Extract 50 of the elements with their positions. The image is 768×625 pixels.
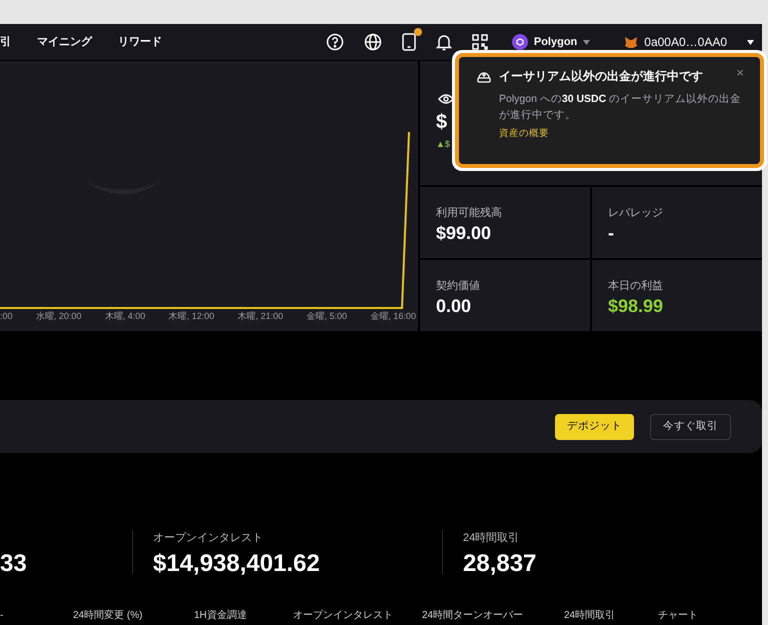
fox-icon[interactable]	[624, 36, 638, 48]
column-header: 24時間取引	[564, 608, 616, 622]
column-header: -	[0, 608, 4, 622]
axis-label: 金曜, 5:00	[306, 310, 348, 323]
stat-value: 28,837	[463, 550, 538, 578]
nav-link[interactable]: 引	[0, 34, 11, 50]
stat-value: 0.00	[436, 294, 472, 316]
qr-code-icon[interactable]	[472, 34, 488, 50]
stat-value: -	[608, 222, 615, 244]
notification-message: Polygon への30 USDC のイーサリアム以外の出金が進行中です。	[499, 92, 742, 123]
stat-label: 24時間取引	[463, 530, 520, 546]
column-header: 24時間変更 (%)	[73, 608, 144, 622]
eye-icon[interactable]	[438, 93, 454, 105]
notification-title: イーサリアム以外の出金が進行中です	[499, 68, 703, 85]
axis-label: 水曜, 20:00	[36, 310, 82, 323]
trade-button[interactable]: 今すぐ取引	[650, 414, 731, 440]
caret-icon[interactable]	[747, 40, 754, 44]
stat-value: 33	[0, 550, 28, 578]
nav-link[interactable]: リワード	[118, 34, 162, 50]
axis-label: 木曜, 4:00	[104, 310, 146, 323]
tablet-icon[interactable]	[402, 33, 416, 51]
withdraw-icon	[477, 70, 491, 82]
axis-label: 金曜, 16:00	[370, 310, 416, 323]
stat-label: レバレッジ	[608, 206, 664, 221]
stat-value: $99.00	[436, 222, 492, 244]
asset-overview-link[interactable]: 資産の概要	[499, 127, 752, 142]
axis-label: 木曜, 21:00	[238, 310, 284, 323]
stat-value: $14,938,401.62	[153, 550, 321, 578]
stat-label: 利用可能残高	[436, 206, 503, 221]
help-icon[interactable]	[326, 33, 344, 51]
balance-value: $	[436, 110, 448, 135]
stat-label: 契約価値	[436, 279, 481, 294]
bell-icon[interactable]	[436, 33, 452, 51]
globe-icon[interactable]	[364, 33, 382, 51]
column-header: 24時間ターンオーバー	[422, 608, 524, 622]
stat-value: $98.99	[608, 294, 664, 316]
axis-label: 木曜, 12:00	[168, 310, 214, 323]
column-header: オープンインタレスト	[293, 608, 394, 622]
network-selector[interactable]: Polygon	[534, 34, 578, 50]
wallet-address[interactable]: 0a00A0…0AA0	[644, 33, 727, 51]
balance-change: ▲$	[436, 138, 450, 151]
deposit-button[interactable]: デポジット	[555, 414, 634, 440]
network-icon[interactable]	[512, 34, 528, 50]
nav-link[interactable]: マイニング	[37, 34, 92, 50]
close-button[interactable]: ×	[736, 63, 744, 82]
column-header: 1H資金調達	[194, 608, 248, 622]
axis-label: :00	[0, 310, 13, 323]
stat-label: オープンインタレスト	[153, 530, 264, 546]
stat-label: 本日の利益	[608, 279, 664, 294]
column-header: チャート	[658, 608, 699, 622]
